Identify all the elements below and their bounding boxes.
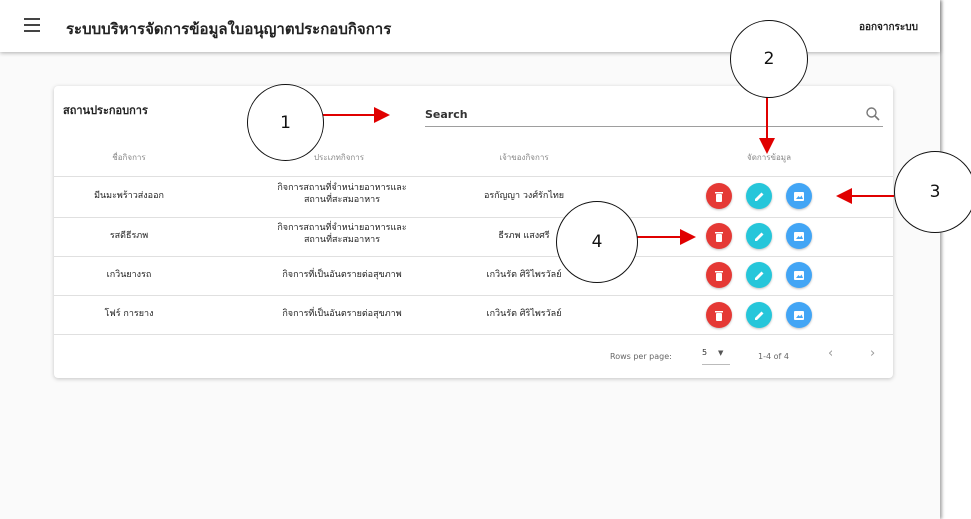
callout-1: 1: [247, 84, 324, 161]
annotation-arrows: [322, 96, 894, 245]
callout-3: 3: [894, 151, 971, 233]
callout-4: 4: [556, 201, 638, 283]
callout-2: 2: [730, 20, 808, 98]
